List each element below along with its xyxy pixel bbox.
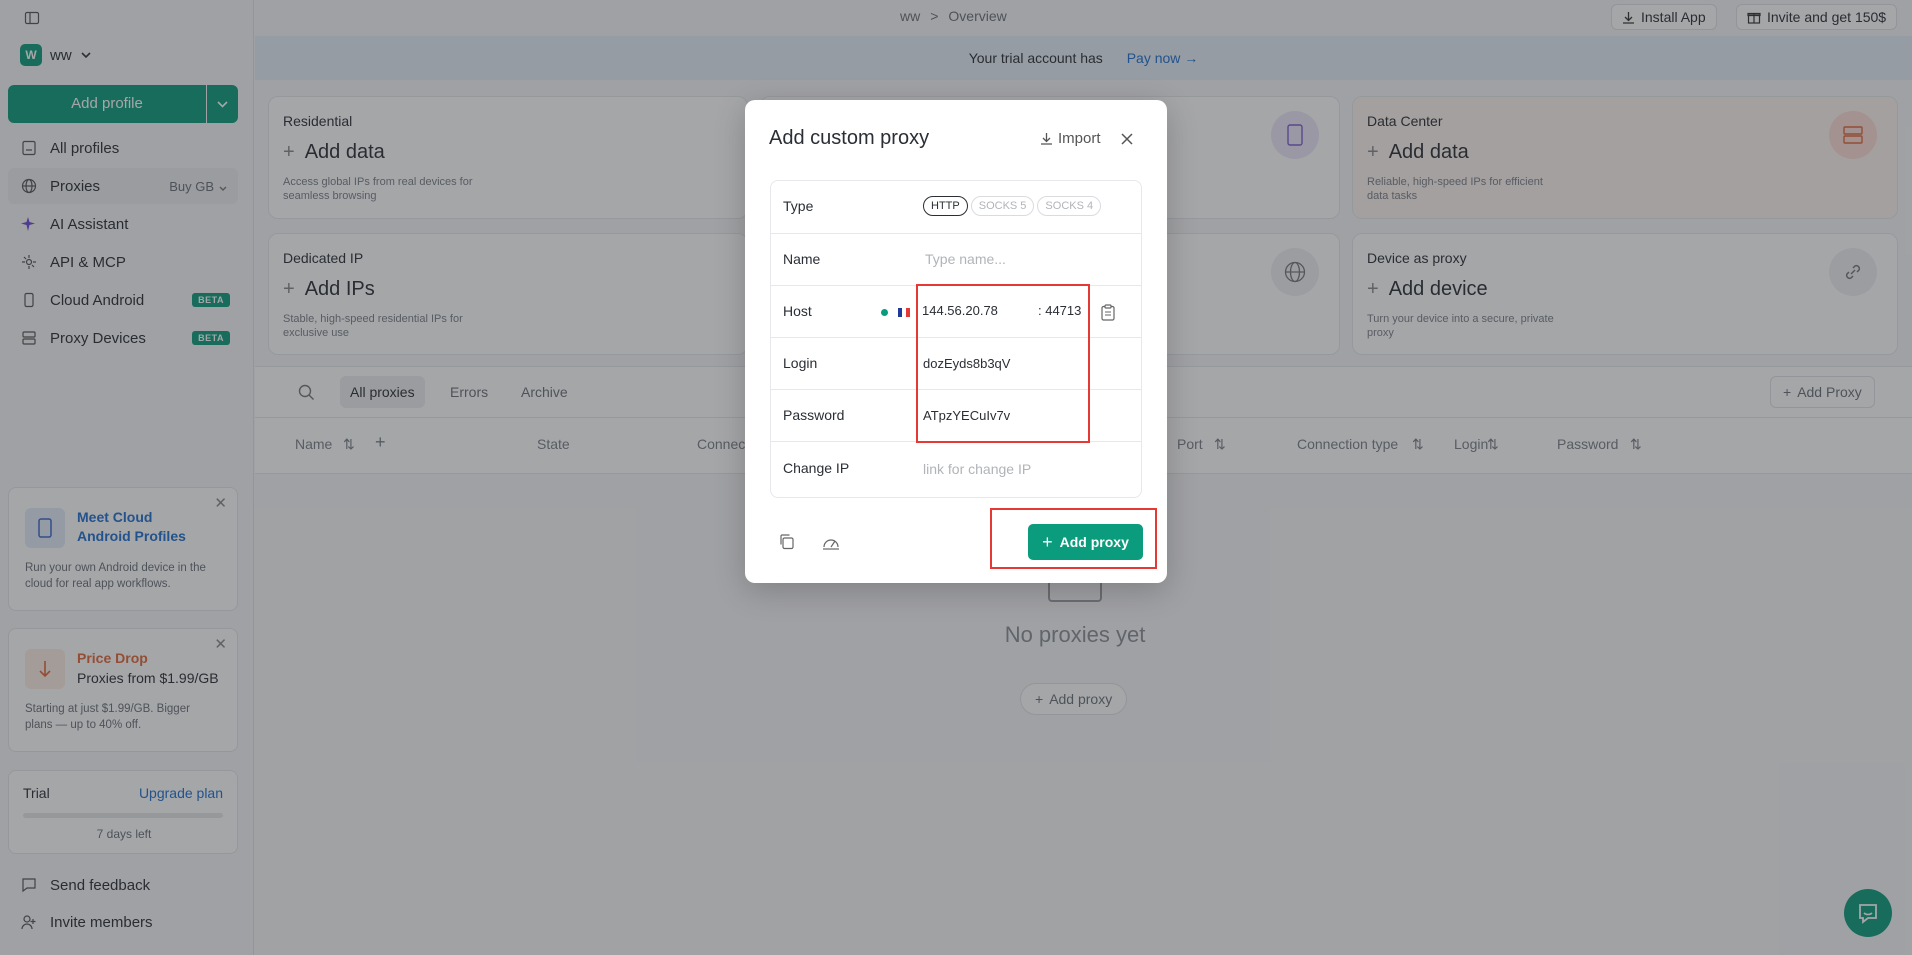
close-icon[interactable]: [1120, 132, 1134, 146]
change-ip-input[interactable]: link for change IP: [923, 461, 1031, 477]
name-input[interactable]: Type name...: [925, 251, 1125, 267]
add-proxy-submit-button[interactable]: + Add proxy: [1028, 524, 1143, 560]
type-row: Type HTTP SOCKS 5 SOCKS 4: [770, 181, 1142, 233]
copy-icon[interactable]: [778, 533, 795, 550]
highlight-credentials: [916, 284, 1090, 443]
speed-test-icon[interactable]: [822, 533, 840, 550]
login-label: Login: [783, 355, 818, 371]
import-label: Import: [1058, 130, 1101, 147]
type-label: Type: [783, 198, 814, 214]
add-proxy-submit-label: Add proxy: [1059, 534, 1129, 550]
add-custom-proxy-dialog: Add custom proxy Import Type HTTP SOCKS 5…: [745, 100, 1167, 583]
import-button[interactable]: Import: [1040, 130, 1101, 147]
download-icon: [1040, 132, 1053, 145]
dialog-title: Add custom proxy: [769, 127, 930, 149]
status-dot-icon: [881, 309, 888, 316]
clipboard-icon[interactable]: [1100, 304, 1116, 321]
france-flag-icon: [898, 308, 910, 317]
type-option-http[interactable]: HTTP: [923, 196, 968, 216]
change-ip-row: Change IP link for change IP: [770, 441, 1142, 497]
change-ip-label: Change IP: [783, 460, 850, 476]
name-row: Name Type name...: [770, 233, 1142, 285]
name-label: Name: [783, 251, 821, 267]
host-label: Host: [783, 303, 812, 319]
type-option-socks4[interactable]: SOCKS 4: [1037, 196, 1102, 216]
type-option-socks5[interactable]: SOCKS 5: [970, 196, 1035, 216]
plus-icon: +: [1042, 531, 1053, 552]
password-label: Password: [783, 407, 845, 423]
